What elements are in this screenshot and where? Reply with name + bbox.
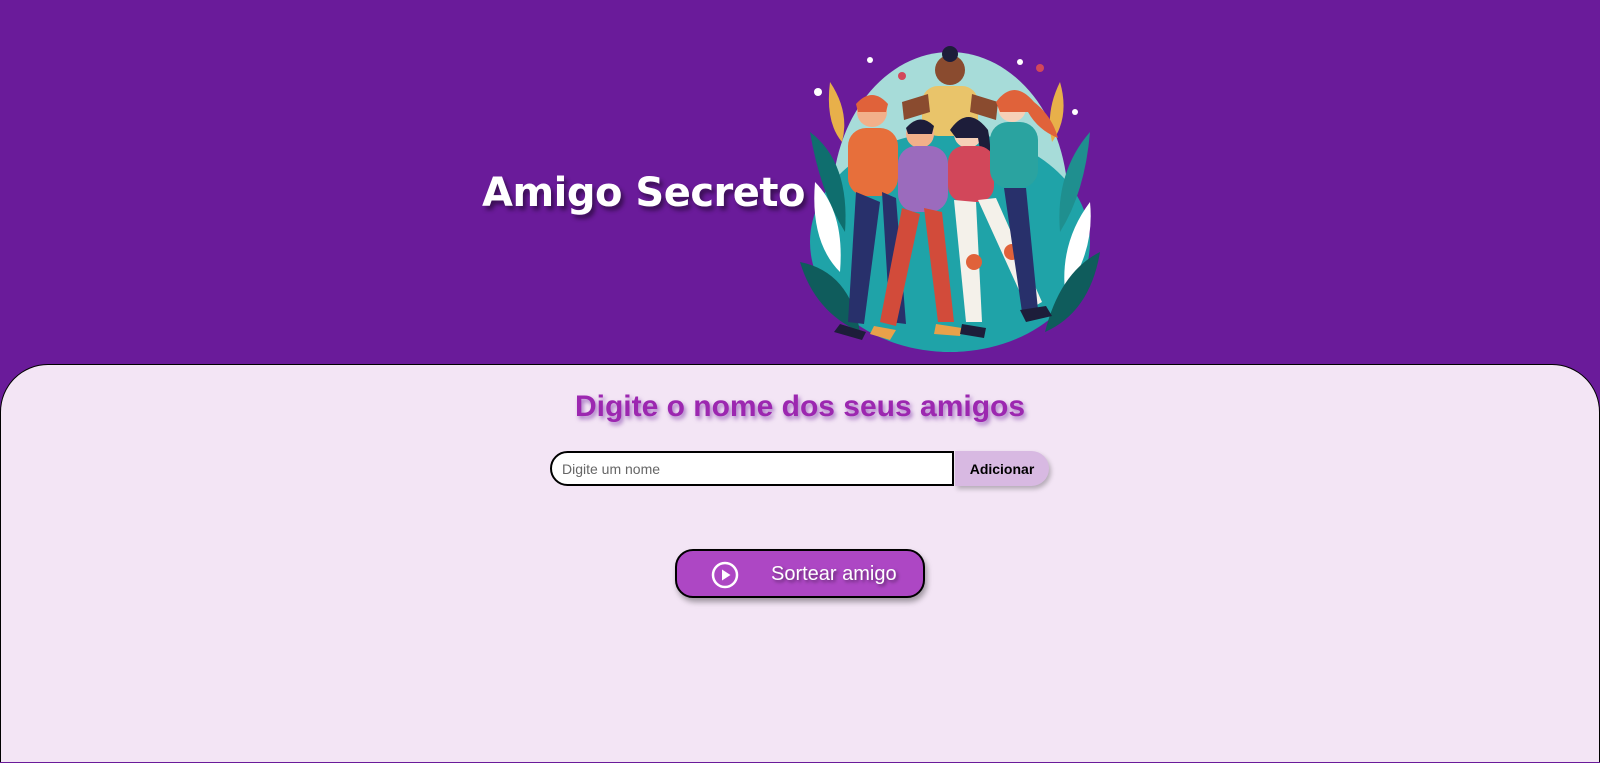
section-title: Digite o nome dos seus amigos: [574, 390, 1026, 423]
add-button[interactable]: Adicionar: [955, 451, 1049, 486]
play-circle-icon: [711, 561, 739, 589]
friends-group-illustration: [800, 46, 1100, 352]
header: Amigo Secreto: [0, 0, 1600, 370]
draw-button-label: Sortear amigo: [771, 563, 897, 585]
app-title: Amigo Secreto: [482, 170, 806, 216]
name-input[interactable]: [550, 451, 954, 486]
draw-friend-button[interactable]: Sortear amigo: [675, 549, 925, 598]
